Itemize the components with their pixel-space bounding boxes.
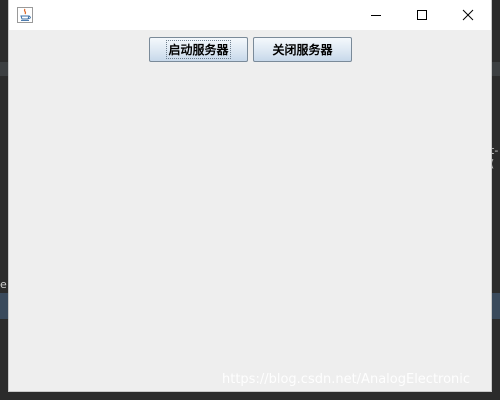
close-button[interactable] — [445, 0, 491, 30]
start-server-button[interactable]: 启动服务器 — [149, 37, 248, 62]
content-panel: 启动服务器 关闭服务器 — [9, 30, 491, 391]
maximize-icon — [416, 6, 428, 25]
stop-server-button[interactable]: 关闭服务器 — [253, 37, 352, 62]
minimize-button[interactable] — [353, 0, 399, 30]
backdrop-text-left: e — [0, 278, 7, 291]
stop-server-label: 关闭服务器 — [272, 43, 333, 57]
close-icon — [462, 6, 474, 25]
app-window: 启动服务器 关闭服务器 — [8, 0, 492, 392]
title-bar[interactable] — [9, 0, 491, 30]
maximize-button[interactable] — [399, 0, 445, 30]
java-app-icon[interactable] — [17, 7, 33, 23]
minimize-icon — [370, 6, 382, 25]
watermark: https://blog.csdn.net/AnalogElectronic — [222, 372, 471, 387]
start-server-label: 启动服务器 — [166, 40, 231, 59]
